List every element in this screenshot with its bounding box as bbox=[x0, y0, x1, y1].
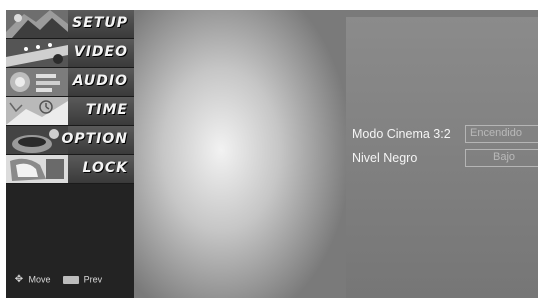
prev-hint-label: Prev bbox=[83, 274, 103, 285]
menu-item-lock[interactable]: LOCK bbox=[6, 155, 134, 184]
black-level-label: Nivel Negro bbox=[352, 151, 418, 165]
option-thumbnail-icon bbox=[6, 126, 68, 154]
cinema-mode-value[interactable]: Encendido bbox=[465, 125, 538, 143]
four-way-arrow-icon: ✥ bbox=[14, 274, 24, 286]
cinema-mode-label: Modo Cinema 3:2 bbox=[352, 127, 451, 141]
navigation-hints: ✥ Move Prev bbox=[12, 274, 102, 285]
setup-thumbnail-icon bbox=[6, 10, 68, 38]
menu-item-time[interactable]: TIME bbox=[6, 97, 134, 126]
video-thumbnail-icon bbox=[6, 39, 68, 67]
menu-item-label: LOCK bbox=[82, 160, 128, 176]
video-settings-panel: Modo Cinema 3:2 Encendido Nivel Negro Ba… bbox=[346, 17, 538, 298]
menu-item-video[interactable]: VIDEO bbox=[6, 39, 134, 68]
menu-item-label: TIME bbox=[85, 102, 128, 118]
move-hint-label: Move bbox=[28, 274, 51, 285]
menu-key-icon bbox=[63, 275, 80, 284]
menu-item-label: OPTION bbox=[61, 131, 128, 147]
time-thumbnail-icon bbox=[6, 97, 68, 125]
menu-item-option[interactable]: OPTION bbox=[6, 126, 134, 155]
main-menu-sidebar: SETUP VIDEO AUDIO TIME OPTION LOCK ✥ Mov… bbox=[6, 10, 134, 298]
menu-item-label: SETUP bbox=[72, 15, 128, 31]
menu-item-label: AUDIO bbox=[72, 73, 128, 89]
audio-thumbnail-icon bbox=[6, 68, 68, 96]
black-level-value[interactable]: Bajo bbox=[465, 149, 538, 167]
menu-item-setup[interactable]: SETUP bbox=[6, 10, 134, 39]
lock-thumbnail-icon bbox=[6, 155, 68, 183]
menu-item-audio[interactable]: AUDIO bbox=[6, 68, 134, 97]
menu-item-label: VIDEO bbox=[73, 44, 128, 60]
tv-screen: SETUP VIDEO AUDIO TIME OPTION LOCK ✥ Mov… bbox=[6, 10, 538, 298]
